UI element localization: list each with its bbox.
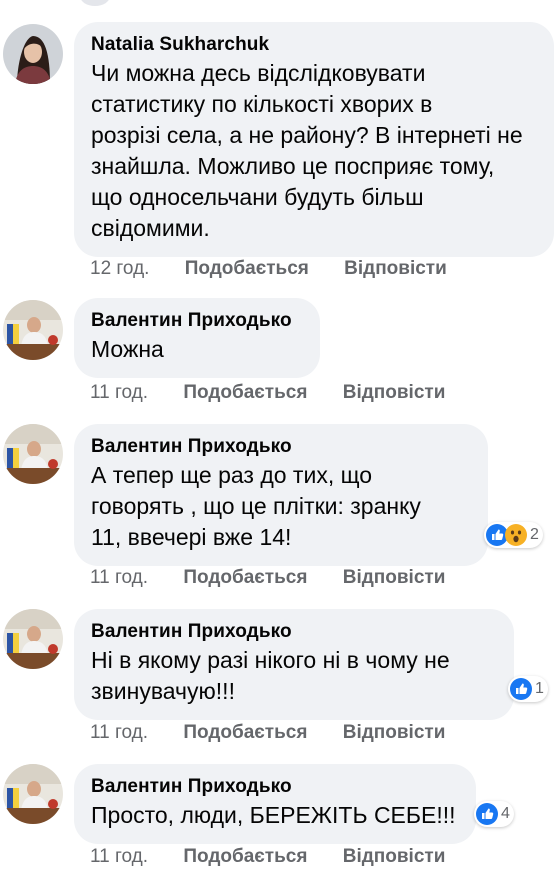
avatar[interactable] [3,424,63,484]
comment-bubble: Валентин Приходько Просто, люди, БЕРЕЖІТ… [74,764,476,844]
man-at-desk-avatar [3,609,63,669]
comment-actions: 11 год. Подобається Відповісти [90,722,445,744]
comment-author[interactable]: Валентин Приходько [91,310,304,332]
comment-timestamp[interactable]: 11 год. [90,382,148,404]
comment-timestamp[interactable]: 11 год. [90,722,148,744]
comment-bubble: Natalia Sukharchuk Чи можна десь відслід… [74,22,554,257]
reaction-count: 4 [501,805,510,822]
avatar[interactable] [3,764,63,824]
like-button[interactable]: Подобається [183,722,307,744]
reactions-summary[interactable]: 2 [484,522,543,548]
comment-author[interactable]: Natalia Sukharchuk [91,34,538,56]
reply-button[interactable]: Відповісти [343,382,446,404]
like-button[interactable]: Подобається [183,382,307,404]
like-reaction-icon [510,678,532,700]
comment-text: А тепер ще раз до тих, що говорять , що … [91,462,421,550]
comment-actions: 11 год. Подобається Відповісти [90,567,445,589]
comment-author[interactable]: Валентин Приходько [91,776,460,798]
comment-actions: 11 год. Подобається Відповісти [90,382,445,404]
comment-timestamp[interactable]: 12 год. [90,258,149,280]
man-at-desk-avatar [3,764,63,824]
wow-reaction-icon [505,524,527,546]
comment-timestamp[interactable]: 11 год. [90,567,148,589]
reaction-count: 2 [530,526,539,543]
reply-button[interactable]: Відповісти [343,567,446,589]
comment-text: Ні в якому разі нікого ні в чому не звин… [91,647,450,704]
comment-text: Можна [91,336,164,362]
man-at-desk-avatar [3,424,63,484]
reaction-count: 1 [535,680,544,697]
previous-comment-stub [80,0,110,6]
avatar[interactable] [3,24,63,84]
like-button[interactable]: Подобається [183,567,307,589]
reactions-summary[interactable]: 4 [474,801,514,827]
reply-button[interactable]: Відповісти [344,258,447,280]
comment-author[interactable]: Валентин Приходько [91,436,472,458]
like-reaction-icon [476,803,498,825]
like-button[interactable]: Подобається [185,258,309,280]
comment-bubble: Валентин Приходько Ні в якому разі ніког… [74,609,514,720]
comment-author[interactable]: Валентин Приходько [91,621,498,643]
man-at-desk-avatar [3,300,63,360]
comment-actions: 11 год. Подобається Відповісти [90,846,445,868]
reply-button[interactable]: Відповісти [343,846,446,868]
comment-actions: 12 год. Подобається Відповісти [90,258,447,280]
avatar[interactable] [3,300,63,360]
comment-text: Чи можна десь відслідковувати статистику… [91,60,523,241]
avatar[interactable] [3,609,63,669]
reply-button[interactable]: Відповісти [343,722,446,744]
comment-bubble: Валентин Приходько А тепер ще раз до тих… [74,424,488,566]
reactions-summary[interactable]: 1 [508,676,548,702]
woman-portrait-avatar [3,24,63,84]
comment-timestamp[interactable]: 11 год. [90,846,148,868]
comment-bubble: Валентин Приходько Можна [74,298,320,378]
comment-text: Просто, люди, БЕРЕЖІТЬ СЕБЕ!!! [91,802,456,828]
like-button[interactable]: Подобається [183,846,307,868]
